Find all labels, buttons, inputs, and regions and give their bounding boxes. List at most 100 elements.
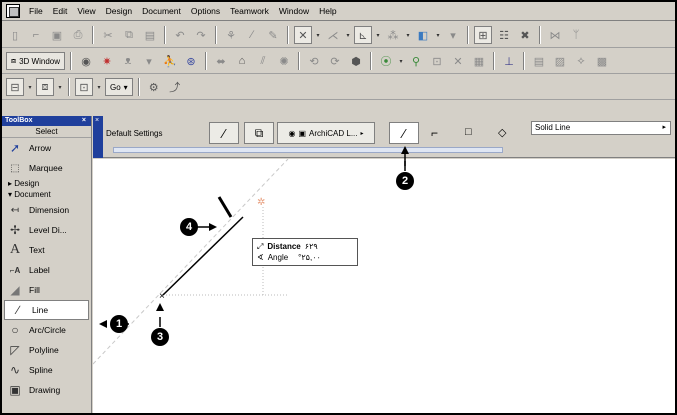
photo-icon[interactable]: ▨ [551,52,569,70]
grid-snap-icon[interactable]: ⊞ [474,26,492,44]
chevron-down-icon[interactable]: ▾ [345,32,351,39]
grid-icon[interactable]: ▩ [593,52,611,70]
paste-icon[interactable]: ▤ [141,26,159,44]
wand-icon[interactable]: ⟡ [572,52,590,70]
cube-icon[interactable]: ⬢ [347,52,365,70]
pen-settings-button[interactable]: ⧉ [244,122,274,144]
pointer-icon[interactable]: ⤴ [166,78,184,96]
pen-icon[interactable]: ✎ [264,26,282,44]
house-icon[interactable]: ⌂ [233,52,251,70]
drawing-canvas[interactable]: × ✲ [93,159,675,413]
marker-icon[interactable]: ▾ [444,26,462,44]
info-box-close-button[interactable]: × [95,117,99,124]
tool-drawing[interactable]: ▣ Drawing [2,380,91,400]
align-icon[interactable]: ⦿ [377,52,395,70]
line-type-dropdown[interactable]: Solid Line ▸ [531,121,671,135]
inject-icon[interactable]: ⚘ [222,26,240,44]
save-icon[interactable]: ▣ [48,26,66,44]
menu-design[interactable]: Design [101,2,137,21]
menu-view[interactable]: View [72,2,100,21]
menu-window[interactable]: Window [274,2,314,21]
tool-polyline[interactable]: ◸ Polyline [2,340,91,360]
chevron-down-icon[interactable]: ▾ [435,32,441,39]
chevron-down-icon[interactable]: ▾ [140,52,158,70]
trim-icon[interactable]: ⋈ [546,26,564,44]
group-design[interactable]: ▸ Design [2,178,91,189]
menu-edit[interactable]: Edit [48,2,73,21]
open-icon[interactable]: ⌐ [27,26,45,44]
menu-options[interactable]: Options [186,2,225,21]
menu-teamwork[interactable]: Teamwork [225,2,274,21]
tool-line[interactable]: ∕ Line [4,300,89,320]
render-icon[interactable]: ◉ [77,52,95,70]
redo-icon[interactable]: ↷ [192,26,210,44]
walk-icon[interactable]: ⛹ [161,52,179,70]
drawn-line[interactable] [162,216,244,296]
split-icon[interactable]: ᛘ [567,26,585,44]
go-button[interactable]: Go ▾ [105,78,133,96]
explode-icon[interactable]: ✕ [449,52,467,70]
rectangle-icon[interactable]: □ [465,126,472,138]
construction-method-icon[interactable]: ⊾ [354,26,372,44]
block-icon[interactable]: ▦ [470,52,488,70]
layer-icon[interactable]: ◧ [414,26,432,44]
gravity-icon[interactable]: ⋌ [324,26,342,44]
rotate-icon[interactable]: ⟲ [305,52,323,70]
layer-selector[interactable]: ◉ ▣ ArchiCAD L... ▸ [277,122,375,144]
chevron-down-icon[interactable]: ▾ [315,32,321,39]
undo-icon[interactable]: ↶ [171,26,189,44]
tool-spline[interactable]: ∿ Spline [2,360,91,380]
orbit-icon[interactable]: ⊛ [182,52,200,70]
cut-icon[interactable]: ✂ [99,26,117,44]
chevron-down-icon[interactable]: ▾ [27,84,33,91]
display-icon[interactable]: ▤ [530,52,548,70]
copy-icon[interactable]: ⧉ [120,26,138,44]
print-icon[interactable]: ⎙ [69,26,87,44]
menu-help[interactable]: Help [314,2,341,21]
tool-label[interactable]: ⌐A Label [2,260,91,280]
chevron-down-icon[interactable]: ▾ [57,84,63,91]
tool-arrow[interactable]: ➚ Arrow [2,138,91,158]
section-icon[interactable]: ⫽ [254,52,272,70]
3d-window-button[interactable]: ⧈ 3D Window [6,52,65,70]
toolbox-close-button[interactable]: × [82,116,86,126]
3d-view-icon[interactable]: ⧈ [36,78,54,96]
sun-icon[interactable]: ✷ [98,52,116,70]
elevation-icon[interactable]: ✺ [275,52,293,70]
table-icon[interactable]: ☷ [495,26,513,44]
chained-line-icon[interactable]: ⌐ [431,126,438,140]
tool-marquee[interactable]: ⬚ Marquee [2,158,91,178]
chevron-down-icon[interactable]: ▾ [96,84,102,91]
line-settings-button[interactable]: ∕ [209,122,239,144]
mirror-icon[interactable]: ⟳ [326,52,344,70]
floor-plan-icon[interactable]: ⊟ [6,78,24,96]
menu-file[interactable]: File [24,2,48,21]
pick-up-icon[interactable]: ∕ [243,26,261,44]
view-forward-icon[interactable]: ⬌ [212,52,230,70]
group-document[interactable]: ▾ Document [2,189,91,200]
tool-text[interactable]: A Text [2,240,91,260]
menu-document[interactable]: Document [137,2,186,21]
snap-guide-icon[interactable]: ✕ [294,26,312,44]
tool-level-dimension[interactable]: ✢ Level Di... [2,220,91,240]
special-snap-icon[interactable]: ⁂ [384,26,402,44]
rotated-rectangle-icon[interactable]: ◇ [498,126,506,139]
layout-icon[interactable]: ⊡ [75,78,93,96]
tool-dimension[interactable]: ↤ Dimension [2,200,91,220]
camera-icon[interactable]: ᴥ [119,52,137,70]
zoom-icon[interactable]: ⚙ [145,78,163,96]
chevron-down-icon[interactable]: ▾ [375,32,381,39]
distance-value[interactable]: ۶۲۹ [305,241,318,252]
chevron-down-icon[interactable]: ▾ [398,58,404,65]
app-icon[interactable] [6,4,20,18]
new-icon[interactable]: ▯ [6,26,24,44]
single-line-button[interactable]: ∕ [389,122,419,144]
chevron-down-icon[interactable]: ▾ [405,32,411,39]
tool-arc-circle[interactable]: ○ Arc/Circle [2,320,91,340]
drag-icon[interactable]: ⊡ [428,52,446,70]
angle-value[interactable]: °۲۵,۰۰ [298,252,321,263]
paint-icon[interactable]: ⊥ [500,52,518,70]
tool-fill[interactable]: ◢ Fill [2,280,91,300]
move-icon[interactable]: ⚲ [407,52,425,70]
info-box-scrollbar[interactable] [113,147,503,153]
